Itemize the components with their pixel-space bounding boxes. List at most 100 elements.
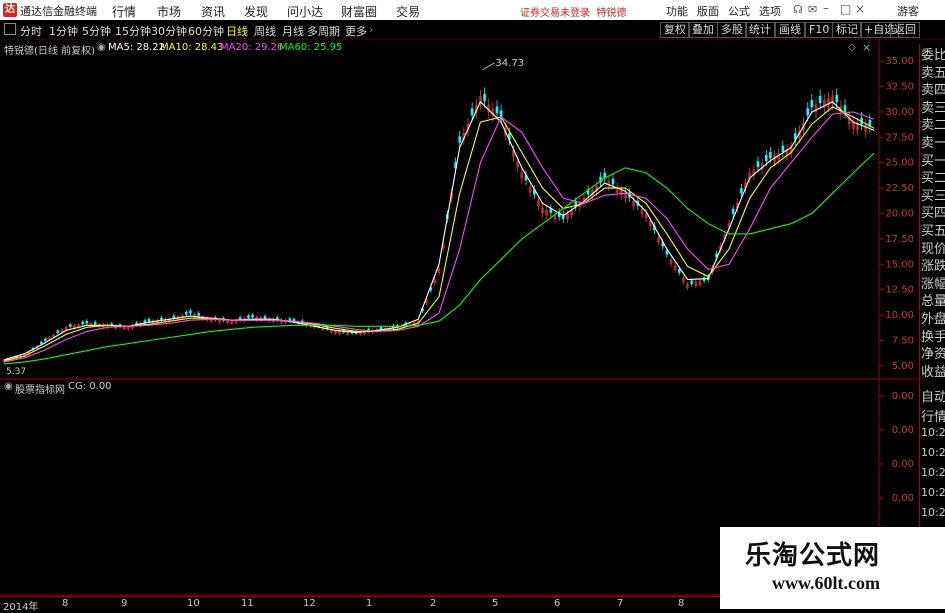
close-icon[interactable]: × [855, 2, 865, 16]
candle-body [184, 311, 188, 315]
candle-body [483, 93, 486, 102]
candle-body [189, 310, 192, 314]
low-label: 5.37 [6, 367, 26, 377]
candle-body [690, 280, 694, 284]
indicator-settings-icon[interactable]: ◉ [4, 381, 13, 392]
right-lower-item: 10:26 [921, 466, 945, 479]
x-axis [0, 596, 720, 610]
ind-tick-label: 0.00 [892, 391, 914, 402]
btn-duogu[interactable]: 多股 [717, 22, 747, 38]
candle-body [810, 100, 814, 108]
x-tick-label: 9 [121, 598, 128, 609]
candle-body [160, 317, 163, 321]
candle-body [56, 330, 60, 333]
btn-biaoji[interactable]: 标记 [832, 22, 862, 38]
candle-body [172, 315, 176, 319]
candle-body [769, 151, 772, 158]
period-60min[interactable]: 60分钟 [188, 23, 224, 39]
period-toolbar: 分时 1分钟 5分钟 15分钟 30分钟 60分钟 日线 周线 月线 多周期 更… [0, 20, 945, 40]
candle-body [81, 321, 85, 325]
period-tick[interactable]: 分时 [20, 23, 42, 39]
candle-body [247, 315, 250, 319]
menu-gongneng[interactable]: 功能 [666, 3, 688, 19]
menu-banmian[interactable]: 版面 [697, 3, 719, 19]
menu-jiaoyi[interactable]: 交易 [396, 3, 420, 20]
chevron-right-icon[interactable]: › [369, 23, 373, 36]
y-tick-label: 22.50 [885, 183, 914, 194]
menu-faxian[interactable]: 发现 [244, 3, 268, 20]
period-more[interactable]: 更多 [345, 23, 367, 39]
minimize-icon[interactable]: – [823, 1, 829, 15]
x-tick-label: 1 [366, 598, 373, 609]
btn-huaxian[interactable]: 画线 [775, 22, 805, 38]
y-tick-label: 17.50 [885, 234, 914, 245]
right-item: 涨幅 [921, 276, 945, 292]
candle-body [764, 155, 768, 162]
menu-wenxiaoda[interactable]: 问小达 [287, 3, 323, 20]
btn-diejia[interactable]: 叠加 [688, 22, 718, 38]
ma-line-ma60 [3, 152, 875, 365]
y-tick-label: 10.00 [885, 310, 914, 321]
x-tick-label: 2014年 [3, 602, 39, 613]
btn-f10[interactable]: F10 [805, 22, 834, 38]
x-tick-label: 6 [554, 598, 561, 609]
period-day-active[interactable]: 日线 [226, 23, 248, 39]
right-item: 卖五 [921, 65, 945, 81]
period-week[interactable]: 周线 [254, 23, 276, 39]
right-item: 收益 [921, 364, 945, 380]
right-item: 买三 [921, 188, 945, 204]
right-lower-item: 10:26 [921, 506, 945, 519]
btn-tongji[interactable]: 统计 [745, 22, 775, 38]
period-multi[interactable]: 多周期 [307, 23, 340, 39]
y-tick-label: 7.50 [892, 336, 914, 347]
mail-icon[interactable]: ✉ [808, 3, 817, 16]
grid-icon[interactable] [4, 23, 16, 35]
y-tick-label: 35.00 [885, 56, 914, 67]
maximize-icon[interactable]: □ [840, 2, 851, 16]
candle-body [263, 316, 267, 319]
right-lower-item: 自动 [921, 390, 945, 405]
right-item: 卖四 [921, 83, 945, 99]
stock-name: 特锐德 [596, 8, 627, 19]
y-tick-label: 30.00 [885, 107, 914, 118]
right-item: 买四 [921, 206, 945, 222]
menu-caifuquan[interactable]: 财富圈 [341, 3, 377, 20]
chart-area[interactable]: 5.00 7.50 10.00 12.50 15.00 17.50 20.00 22.50 25… [0, 39, 919, 596]
candle-body [665, 250, 669, 255]
right-item: 总量 [921, 294, 945, 310]
period-5min[interactable]: 5分钟 [82, 23, 111, 39]
candle-body [44, 338, 47, 341]
menu-zixun[interactable]: 资讯 [201, 3, 225, 20]
menu-hangqing[interactable]: 行情 [112, 3, 136, 20]
right-item: 卖二 [921, 118, 945, 134]
right-item: 买五 [921, 224, 945, 239]
indicator-value: CG: 0.00 [68, 381, 112, 392]
right-panel: 委比 卖五 卖四 卖三 卖二 卖一 买一 买二 买三 买四 买五 现价 涨跌 涨幅 总量 外盘 换手 净资 收益 自动… [919, 44, 945, 609]
btn-fanhui[interactable]: 返回 [890, 22, 920, 38]
period-1min[interactable]: 1分钟 [49, 23, 78, 39]
headset-icon[interactable]: ☊ [793, 3, 803, 16]
right-item: 换手 [921, 329, 945, 345]
period-15min[interactable]: 15分钟 [115, 23, 151, 39]
period-30min[interactable]: 30分钟 [151, 23, 187, 39]
candle-body [781, 145, 785, 152]
candle-body [756, 161, 760, 168]
title-bar: 达 通达信金融终端 行情 市场 资讯 发现 问小达 财富圈 交易 证券交易未登录… [0, 0, 945, 20]
menu-gongshi[interactable]: 公式 [728, 3, 750, 19]
ind-tick-label: 0.00 [892, 493, 914, 504]
btn-fuquan[interactable]: 复权 [660, 22, 690, 38]
period-month[interactable]: 月线 [282, 23, 304, 39]
candle-body [39, 341, 43, 344]
candle-body [677, 269, 681, 273]
right-item: 买二 [921, 171, 945, 187]
login-warning[interactable]: 证券交易未登录 特锐德 [520, 4, 626, 19]
candle-body [835, 94, 839, 103]
guest-label[interactable]: 游客 [897, 3, 919, 19]
menu-shichang[interactable]: 市场 [157, 3, 181, 20]
watermark-title: 乐淘公式网 [745, 541, 881, 571]
candle-body [147, 318, 151, 322]
right-item: 净资 [921, 347, 945, 363]
menu-xuanxiang[interactable]: 选项 [759, 3, 781, 19]
right-lower-item: 10:26 [921, 446, 945, 459]
candle-body [251, 314, 254, 318]
